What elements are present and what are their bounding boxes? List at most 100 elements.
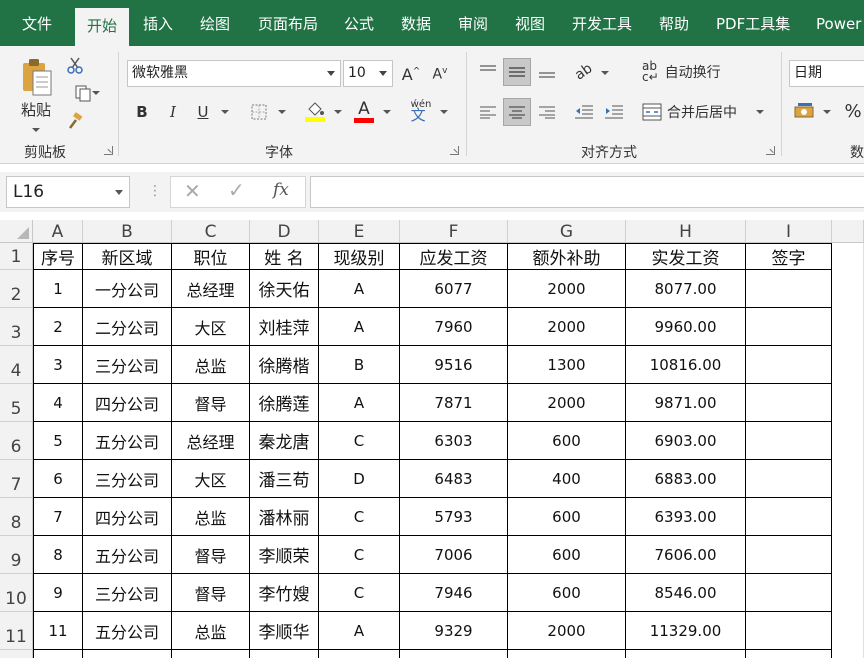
font-color-button[interactable]: A	[352, 98, 376, 124]
table-cell[interactable]: 三分公司	[83, 460, 172, 498]
column-header-j[interactable]	[832, 220, 864, 243]
merge-center-dropdown-icon[interactable]	[756, 110, 764, 114]
table-cell[interactable]: 600	[508, 498, 626, 536]
tab-pdf-tools[interactable]: PDF工具集	[716, 0, 790, 46]
table-cell[interactable]: 600	[508, 422, 626, 460]
table-cell[interactable]	[746, 574, 832, 612]
table-cell[interactable]: 四分公司	[83, 498, 172, 536]
table-cell[interactable]	[746, 536, 832, 574]
table-cell[interactable]	[250, 650, 319, 658]
tab-file[interactable]: 文件	[22, 0, 52, 46]
formula-bar-grip-icon[interactable]: ⋮	[148, 183, 162, 199]
header-cell[interactable]: 姓 名	[250, 243, 319, 270]
formula-input[interactable]	[310, 176, 864, 208]
table-cell[interactable]: 一分公司	[83, 270, 172, 308]
table-cell[interactable]: 李顺荣	[250, 536, 319, 574]
table-cell[interactable]: D	[319, 460, 400, 498]
table-cell[interactable]	[508, 650, 626, 658]
tab-insert[interactable]: 插入	[143, 0, 173, 46]
column-header-f[interactable]: F	[400, 220, 508, 243]
align-center-button[interactable]	[503, 98, 531, 126]
table-cell[interactable]: 1	[33, 270, 83, 308]
table-cell[interactable]: 五分公司	[83, 612, 172, 650]
underline-button[interactable]: U	[192, 100, 214, 124]
column-header-d[interactable]: D	[250, 220, 319, 243]
table-cell[interactable]: 五分公司	[83, 536, 172, 574]
table-cell[interactable]: A	[319, 612, 400, 650]
font-size-select[interactable]: 10	[343, 60, 393, 87]
table-cell[interactable]: 600	[508, 536, 626, 574]
paste-button[interactable]: 粘贴	[14, 54, 58, 134]
tab-draw[interactable]: 绘图	[200, 0, 230, 46]
table-cell[interactable]	[172, 650, 250, 658]
orientation-dropdown-icon[interactable]	[601, 71, 609, 75]
column-header-b[interactable]: B	[83, 220, 172, 243]
tab-review[interactable]: 审阅	[458, 0, 488, 46]
table-cell[interactable]: 李顺华	[250, 612, 319, 650]
tab-home[interactable]: 开始	[75, 8, 130, 46]
table-cell[interactable]: 9960.00	[626, 308, 746, 346]
font-name-select[interactable]: 微软雅黑	[127, 60, 341, 87]
increase-indent-button[interactable]	[601, 98, 627, 126]
accounting-dropdown-icon[interactable]	[823, 110, 831, 114]
table-cell[interactable]: 三分公司	[83, 574, 172, 612]
table-cell[interactable]: 9516	[400, 346, 508, 384]
table-cell[interactable]: 6903.00	[626, 422, 746, 460]
row-header-6[interactable]: 6	[0, 422, 33, 460]
column-header-g[interactable]: G	[508, 220, 626, 243]
header-cell[interactable]: 新区域	[83, 243, 172, 270]
table-cell[interactable]: 8077.00	[626, 270, 746, 308]
table-cell[interactable]: 6483	[400, 460, 508, 498]
table-cell[interactable]: 7	[33, 498, 83, 536]
table-cell[interactable]: 潘林丽	[250, 498, 319, 536]
table-cell[interactable]: 6303	[400, 422, 508, 460]
table-cell[interactable]	[746, 384, 832, 422]
table-cell[interactable]: 6393.00	[626, 498, 746, 536]
table-cell[interactable]: 2	[33, 308, 83, 346]
table-cell[interactable]	[746, 612, 832, 650]
align-bottom-button[interactable]	[534, 58, 560, 86]
table-cell[interactable]: 8546.00	[626, 574, 746, 612]
row-header-9[interactable]: 9	[0, 536, 33, 574]
decrease-indent-button[interactable]	[571, 98, 597, 126]
table-cell[interactable]: 4	[33, 384, 83, 422]
worksheet-grid[interactable]: A B C D E F G H I 1 2 3 4 5 6 7 8 9 10 11 序号 新区域 职位姓 名现级别 应发工资额…	[0, 220, 864, 658]
table-cell[interactable]: 刘桂萍	[250, 308, 319, 346]
table-cell[interactable]: 5	[33, 422, 83, 460]
insert-function-button[interactable]: fx	[273, 180, 289, 200]
table-cell[interactable]: C	[319, 536, 400, 574]
font-launcher-icon[interactable]	[450, 146, 459, 155]
table-cell[interactable]	[400, 650, 508, 658]
table-cell[interactable]: 督导	[172, 574, 250, 612]
table-cell[interactable]: 总监	[172, 346, 250, 384]
table-cell[interactable]: 9329	[400, 612, 508, 650]
select-all-button[interactable]	[0, 220, 33, 243]
table-cell[interactable]: 秦龙唐	[250, 422, 319, 460]
row-header-10[interactable]: 10	[0, 574, 33, 612]
tab-data[interactable]: 数据	[401, 0, 431, 46]
tab-help[interactable]: 帮助	[659, 0, 689, 46]
table-cell[interactable]: 徐腾楷	[250, 346, 319, 384]
format-painter-button[interactable]	[64, 110, 86, 132]
table-cell[interactable]: 7006	[400, 536, 508, 574]
table-cell[interactable]: 二分公司	[83, 308, 172, 346]
table-cell[interactable]: 8	[33, 536, 83, 574]
table-cell[interactable]	[746, 460, 832, 498]
header-cell[interactable]: 现级别	[319, 243, 400, 270]
phonetic-guide-button[interactable]: ẃén 文	[408, 98, 434, 124]
clipboard-launcher-icon[interactable]	[104, 146, 113, 155]
bold-button[interactable]: B	[131, 100, 153, 124]
align-left-button[interactable]	[475, 98, 501, 126]
table-cell[interactable]: 11	[33, 612, 83, 650]
align-right-button[interactable]	[534, 98, 560, 126]
table-cell[interactable]: C	[319, 498, 400, 536]
table-cell[interactable]: 11329.00	[626, 612, 746, 650]
row-header-8[interactable]: 8	[0, 498, 33, 536]
column-header-i[interactable]: I	[746, 220, 832, 243]
tab-developer[interactable]: 开发工具	[572, 0, 632, 46]
tab-page-layout[interactable]: 页面布局	[258, 0, 318, 46]
table-cell[interactable]: 督导	[172, 536, 250, 574]
header-cell[interactable]: 职位	[172, 243, 250, 270]
table-cell[interactable]: 徐天佑	[250, 270, 319, 308]
row-header-3[interactable]: 3	[0, 308, 33, 346]
